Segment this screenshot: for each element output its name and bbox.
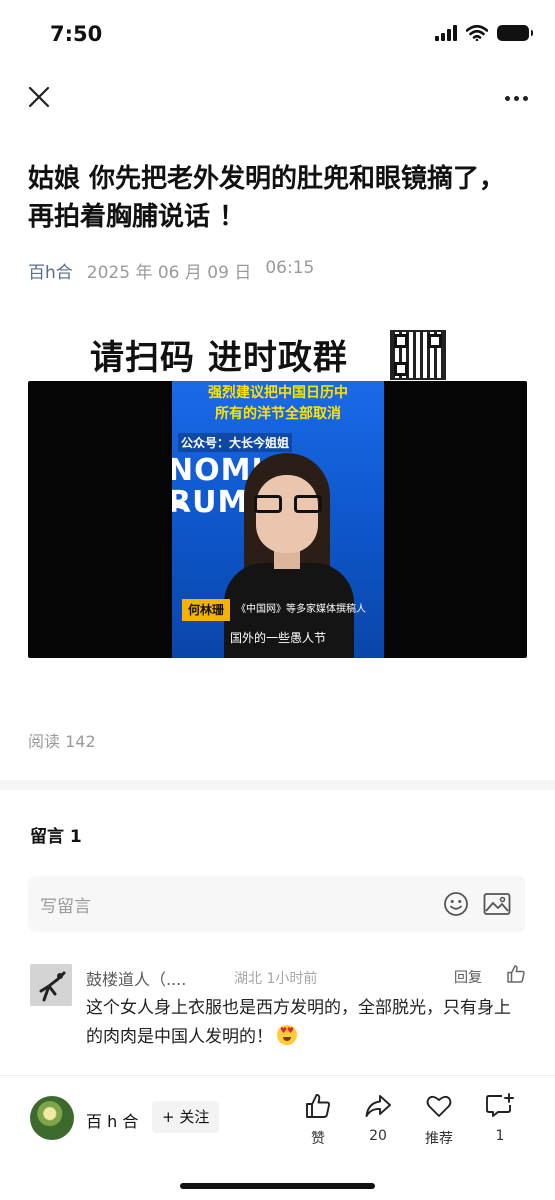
share-icon bbox=[365, 1095, 391, 1117]
glasses-icon bbox=[254, 495, 322, 513]
like-label: 赞 bbox=[311, 1131, 325, 1147]
qr-code-icon bbox=[390, 330, 446, 380]
home-indicator bbox=[180, 1183, 375, 1189]
comment-add-icon bbox=[486, 1093, 514, 1117]
comment-button[interactable]: 1 bbox=[478, 1092, 522, 1144]
video-name-tag: 何林珊 bbox=[182, 599, 231, 621]
signal-icon bbox=[435, 25, 457, 41]
thumbs-up-icon bbox=[306, 1094, 331, 1118]
image-icon[interactable] bbox=[483, 892, 511, 916]
video-person bbox=[224, 453, 354, 658]
comment-text: 这个女人身上衣服也是西方发明的，全部脱光，只有身上的肉肉是中国人发明的！ bbox=[86, 994, 516, 1052]
article-date: 2025 年 06 月 09 日 bbox=[86, 263, 252, 283]
comment-input[interactable]: 写留言 bbox=[28, 876, 525, 932]
video-player[interactable]: NOMIC RUM 强烈建议把中国日历中 所有的洋节全部取消 公众号：大长今姐姐… bbox=[28, 381, 527, 658]
status-time: 7:50 bbox=[50, 22, 103, 46]
thumbs-up-icon[interactable] bbox=[506, 964, 526, 984]
article-meta: 百h合 2025 年 06 月 09 日 06:15 bbox=[28, 258, 314, 283]
share-count: 20 bbox=[369, 1128, 387, 1144]
bottom-author-name[interactable]: 百 h 合 bbox=[86, 1108, 138, 1132]
share-button[interactable]: 20 bbox=[356, 1092, 400, 1144]
video-frame: NOMIC RUM 强烈建议把中国日历中 所有的洋节全部取消 公众号：大长今姐姐… bbox=[172, 381, 384, 658]
more-button[interactable] bbox=[499, 84, 533, 112]
section-divider bbox=[0, 780, 555, 790]
recommend-label: 推荐 bbox=[425, 1131, 453, 1147]
status-bar: 7:50 bbox=[0, 0, 555, 70]
article-title: 姑娘 你先把老外发明的肚兜和眼镜摘了，再拍着胸脯说话 ！ bbox=[28, 164, 506, 232]
article-time: 06:15 bbox=[265, 258, 315, 278]
video-caption-top: 强烈建议把中国日历中 所有的洋节全部取消 bbox=[208, 385, 348, 422]
close-icon bbox=[28, 86, 50, 108]
emoji-icon[interactable] bbox=[443, 891, 469, 917]
wifi-icon bbox=[466, 25, 488, 41]
heart-icon bbox=[426, 1095, 452, 1117]
video-subtitle: 国外的一些愚人节 bbox=[229, 631, 326, 645]
comment-location-time: 湖北 1小时前 bbox=[234, 971, 318, 987]
bottom-action-bar: 百 h 合 + 关注 赞 20 推荐 1 bbox=[0, 1075, 555, 1200]
reply-button[interactable]: 回复 bbox=[454, 967, 482, 987]
commenter-avatar-image bbox=[30, 964, 72, 1006]
article-author-link[interactable]: 百h合 bbox=[28, 258, 73, 283]
comment-body: 这个女人身上衣服也是西方发明的，全部脱光，只有身上的肉肉是中国人发明的！ bbox=[86, 998, 511, 1047]
avatar[interactable] bbox=[30, 964, 72, 1006]
close-button[interactable] bbox=[24, 82, 54, 112]
video-watermark: 公众号：大长今姐姐 bbox=[178, 433, 293, 452]
comment-placeholder: 写留言 bbox=[40, 897, 91, 917]
follow-button[interactable]: + 关注 bbox=[152, 1101, 220, 1133]
read-count: 阅读 142 bbox=[28, 732, 96, 751]
author-avatar[interactable] bbox=[30, 1096, 74, 1140]
comments-title: 留言 1 bbox=[30, 827, 82, 847]
more-icon bbox=[504, 95, 510, 101]
recommend-button[interactable]: 推荐 bbox=[417, 1092, 461, 1148]
comment-count: 1 bbox=[495, 1128, 505, 1144]
status-icons bbox=[435, 25, 533, 41]
video-title-tag: 《中国网》等多家媒体撰稿人 bbox=[236, 604, 366, 615]
like-button[interactable]: 赞 bbox=[296, 1092, 340, 1148]
banner-text: 请扫码 进时政群 bbox=[90, 338, 348, 378]
heart-eyes-emoji-icon bbox=[277, 1025, 297, 1045]
commenter-name[interactable]: 鼓楼道人（.... bbox=[86, 966, 218, 990]
promo-banner-image[interactable]: 请扫码 进时政群 bbox=[28, 328, 448, 380]
battery-icon bbox=[497, 25, 533, 41]
